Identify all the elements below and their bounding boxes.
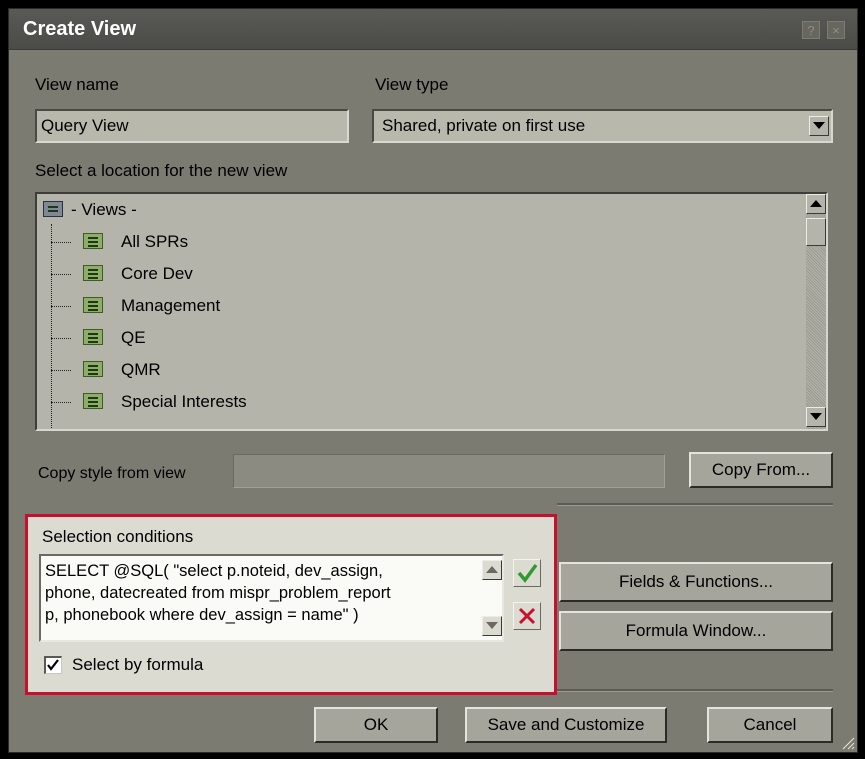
tree-scrollbar[interactable] [806,194,826,429]
view-type-select[interactable]: Shared, private on first use [372,109,833,143]
location-label: Select a location for the new view [35,161,288,180]
copy-from-button[interactable]: Copy From... [689,452,833,488]
scroll-up-icon[interactable] [806,194,826,214]
view-icon [83,233,103,249]
save-and-customize-button[interactable]: Save and Customize [465,707,667,743]
create-view-dialog: Create View ? × View name Query View Vie… [8,8,858,753]
selection-conditions-panel: Selection conditions SELECT @SQL( "selec… [25,514,557,695]
tree-root-label: - Views - [71,200,137,219]
help-icon[interactable]: ? [802,21,820,39]
selection-conditions-label: Selection conditions [42,527,194,546]
select-by-formula-label: Select by formula [72,655,204,674]
formula-line: phone, datecreated from mispr_problem_re… [45,584,391,602]
tree-item-label: All SPRs [121,232,189,251]
view-icon [83,265,103,281]
select-by-formula-checkbox[interactable] [44,656,62,674]
checkmark-icon [517,563,538,583]
tree-item-label: Management [121,296,221,315]
formula-scrollbar[interactable] [482,556,502,640]
view-type-label: View type [375,75,449,94]
tree-item-label: Special Interests [121,392,247,411]
scroll-up-icon[interactable] [482,560,502,580]
formula-line: p, phonebook where dev_assign = name" ) [45,606,359,624]
tree-item-label: Core Dev [121,264,193,283]
view-icon [83,361,103,377]
cancel-formula-button[interactable] [513,602,541,630]
cancel-button[interactable]: Cancel [707,707,833,743]
view-icon [83,393,103,409]
views-folder-icon [43,201,63,217]
copy-style-input[interactable] [233,454,665,488]
separator [557,689,833,692]
dialog-title: Create View [23,18,137,40]
view-type-value: Shared, private on first use [382,116,586,135]
location-tree[interactable]: - Views - All SPRs Core Dev Management Q… [35,192,828,431]
separator [557,503,833,506]
tree-item-label: QE [121,328,146,347]
copy-style-label: Copy style from view [38,465,186,482]
scroll-down-icon[interactable] [482,616,502,636]
tree-guide-line [51,224,52,428]
formula-line: SELECT @SQL( "select p.noteid, dev_assig… [45,562,383,580]
scroll-down-icon[interactable] [806,407,826,427]
formula-window-button[interactable]: Formula Window... [559,611,833,651]
x-icon [518,607,536,625]
title-bar[interactable]: Create View ? × [9,9,857,50]
resize-grip-icon[interactable] [839,734,855,750]
ok-button[interactable]: OK [314,707,438,743]
check-icon [47,659,59,671]
view-name-input[interactable]: Query View [35,109,349,143]
formula-editor[interactable]: SELECT @SQL( "select p.noteid, dev_assig… [39,554,504,642]
scroll-thumb[interactable] [806,218,826,246]
fields-functions-button[interactable]: Fields & Functions... [559,562,833,602]
accept-formula-button[interactable] [513,559,541,587]
close-icon[interactable]: × [827,21,845,39]
view-icon [83,329,103,345]
chevron-down-icon[interactable] [809,116,829,136]
view-icon [83,297,103,313]
tree-item-label: QMR [121,360,161,379]
view-name-label: View name [35,75,119,94]
